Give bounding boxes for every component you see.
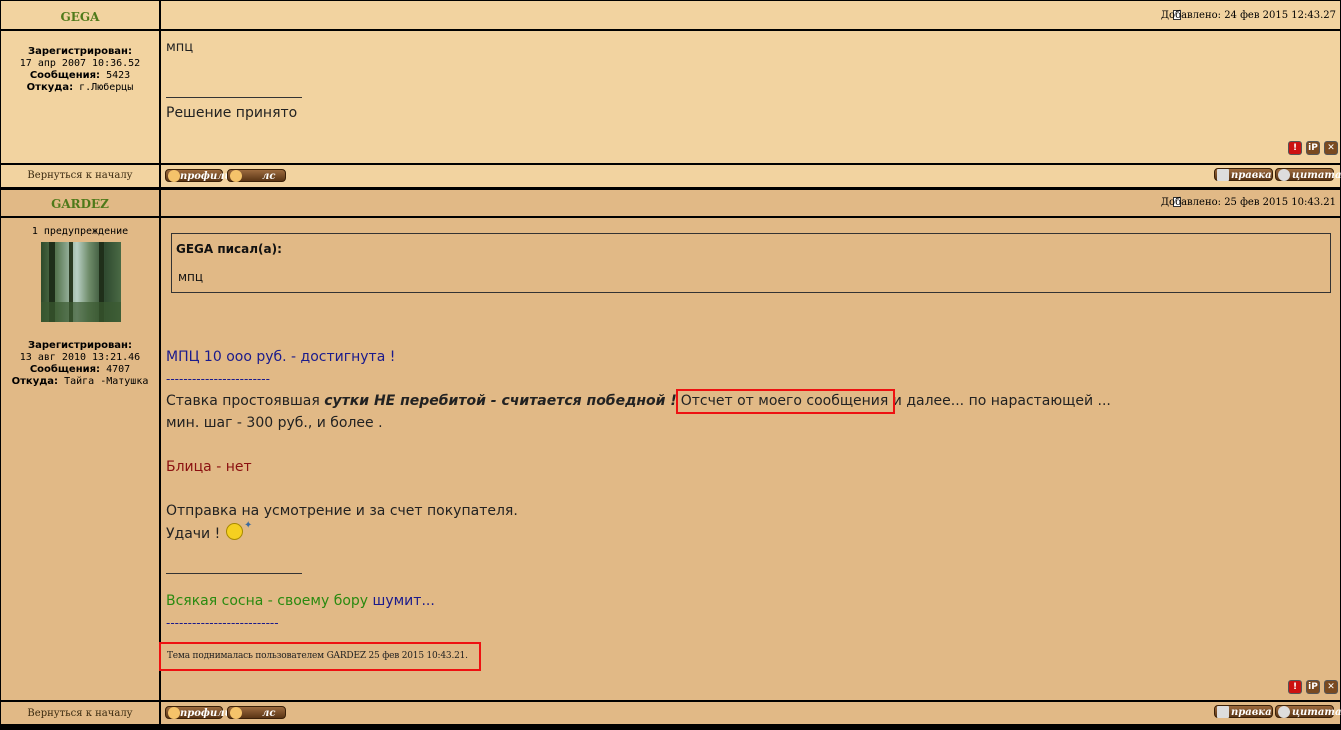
post-gardez: GARDEZ Добавлено: 25 фев 2015 10:43.21 1… [1, 190, 1341, 730]
quote-text: мпц [178, 270, 204, 284]
post-header: Добавлено: 25 фев 2015 10:43.21 [161, 190, 1340, 216]
author-name[interactable]: GEGA [1, 1, 159, 24]
highlight-box [676, 389, 895, 414]
post-gega: GEGA Добавлено: 24 фев 2015 12:43.27 Зар… [1, 1, 1341, 187]
edit-button[interactable]: правка [1214, 168, 1273, 181]
profile-button[interactable]: профиль [165, 169, 231, 182]
quote-icon [1278, 706, 1290, 718]
registered-value: 17 апр 2007 10:36.52 [19, 58, 141, 69]
post-footer-right: профиль лс правка цитата [161, 165, 1341, 187]
author-name[interactable]: GARDEZ [1, 190, 159, 211]
post-text: мпц [166, 40, 194, 55]
line-mpc: МПЦ 10 ооо руб. - достигнута ! [166, 349, 396, 365]
report-icon[interactable]: ! [1288, 680, 1302, 694]
signature-text: Решение принято [166, 105, 298, 121]
dashes-2: -------------------------- [166, 616, 279, 630]
user-icon [168, 170, 180, 182]
post-footer-left: Вернуться к началу [1, 165, 159, 187]
line-shipping: Отправка на усмотрение и за счет покупат… [166, 503, 518, 519]
bump-notice: Тема поднималась пользователем GARDEZ 25… [167, 651, 468, 661]
ip-icon[interactable]: iP [1306, 680, 1320, 694]
from-label: Откуда: [26, 82, 74, 93]
quote-button[interactable]: цитата [1275, 168, 1341, 181]
forum-thread: GEGA Добавлено: 24 фев 2015 12:43.27 Зар… [0, 0, 1341, 730]
quote-button[interactable]: цитата [1275, 705, 1341, 718]
quote-icon [1278, 169, 1290, 181]
line-min-step: мин. шаг - 300 руб., и более . [166, 415, 383, 431]
messages-value: 5423 [106, 70, 131, 81]
line-good-luck: Удачи ! [166, 526, 221, 542]
from-label: Откуда: [11, 376, 59, 387]
pm-button[interactable]: лс [227, 706, 286, 719]
users-icon [230, 707, 242, 719]
post-date: Добавлено: 24 фев 2015 12:43.27 [1160, 10, 1336, 21]
signature-text: Всякая сосна - своему бору шумит... [166, 593, 435, 609]
signature-divider [166, 97, 302, 98]
post-body: мпц Решение принято ! iP ✕ [161, 31, 1340, 163]
line-rules: Ставка простоявшая сутки НЕ перебитой - … [166, 393, 1111, 409]
report-icon[interactable]: ! [1288, 141, 1302, 155]
delete-icon[interactable]: ✕ [1324, 141, 1338, 155]
smiley-icon [226, 523, 243, 540]
post-footer-left: Вернуться к началу [1, 702, 159, 724]
profile-button[interactable]: профиль [165, 706, 231, 719]
delete-icon[interactable]: ✕ [1324, 680, 1338, 694]
registered-value: 13 авг 2010 13:21.46 [19, 352, 141, 363]
quote-author: GEGA писал(а): [176, 242, 282, 256]
post-date: Добавлено: 25 фев 2015 10:43.21 [1160, 197, 1336, 208]
avatar[interactable] [41, 242, 121, 322]
post-footer-right: профиль лс правка цитата [161, 702, 1341, 724]
author-cell: GEGA [1, 1, 159, 29]
pencil-icon [1217, 169, 1229, 181]
messages-label: Сообщения: [29, 70, 101, 81]
quote-block: GEGA писал(а): мпц [171, 233, 1331, 293]
edit-button[interactable]: правка [1214, 705, 1273, 718]
warning-count: 1 предупреждение [31, 226, 129, 237]
ip-icon[interactable]: iP [1306, 141, 1320, 155]
signature-divider [166, 573, 302, 574]
from-value: Тайга -Матушка [64, 376, 149, 387]
author-info: 1 предупреждение Зарегистрирован: 13 авг… [1, 218, 159, 700]
messages-value: 4707 [106, 364, 131, 375]
from-value: г.Люберцы [79, 82, 134, 93]
line-blitz: Блица - нет [166, 459, 252, 475]
back-to-top-link[interactable]: Вернуться к началу [1, 165, 159, 181]
pm-button[interactable]: лс [227, 169, 286, 182]
back-to-top-link[interactable]: Вернуться к началу [1, 702, 159, 719]
author-cell: GARDEZ [1, 190, 159, 216]
post-header: Добавлено: 24 фев 2015 12:43.27 [161, 1, 1340, 29]
messages-label: Сообщения: [29, 364, 101, 375]
post-body: GEGA писал(а): мпц МПЦ 10 ооо руб. - дос… [159, 218, 1340, 700]
users-icon [230, 170, 242, 182]
author-info: Зарегистрирован: 17 апр 2007 10:36.52 Со… [1, 31, 159, 163]
pencil-icon [1217, 706, 1229, 718]
registered-label: Зарегистрирован: [28, 46, 132, 57]
bump-notice-box: Тема поднималась пользователем GARDEZ 25… [159, 642, 481, 671]
registered-label: Зарегистрирован: [28, 340, 132, 351]
wand-icon: ✦ [244, 520, 253, 531]
dashes-1: ------------------------ [166, 372, 270, 386]
user-icon [168, 707, 180, 719]
